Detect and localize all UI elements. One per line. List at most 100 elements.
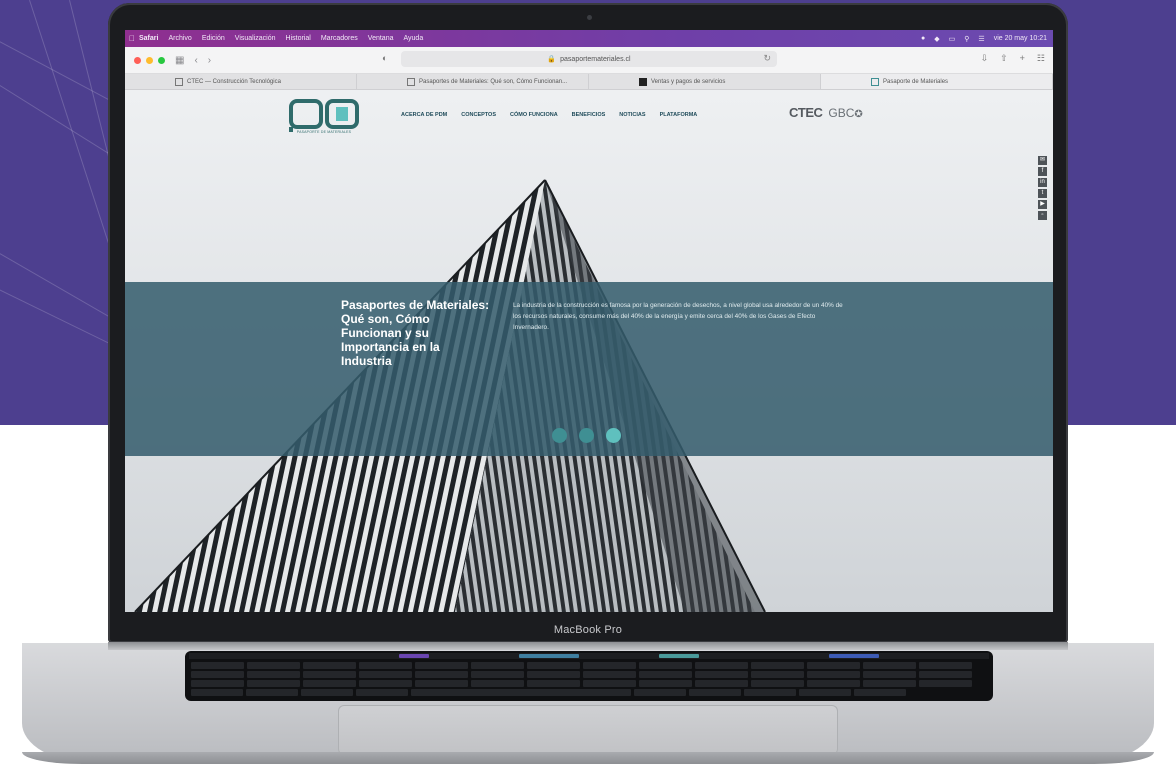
forward-icon[interactable]: › xyxy=(208,55,211,66)
search-icon[interactable]: ⚲ xyxy=(964,35,969,43)
keyboard-key xyxy=(191,671,244,678)
keyboard-key xyxy=(415,662,468,669)
keyboard-key xyxy=(303,671,356,678)
slider-dot-2[interactable] xyxy=(579,428,594,443)
keyboard-key xyxy=(744,689,796,696)
tab-2[interactable]: Pasaportes de Materiales: Qué son, Cómo … xyxy=(357,74,589,89)
hero-title: Pasaportes de Materiales: Qué son, Cómo … xyxy=(341,298,490,368)
keyboard-row xyxy=(191,689,906,696)
keyboard-key xyxy=(191,680,244,687)
email-icon[interactable]: ▫ xyxy=(1038,211,1047,220)
nav-beneficios[interactable]: BENEFICIOS xyxy=(572,112,606,118)
menubar-clock[interactable]: vie 20 may 10:21 xyxy=(994,35,1047,42)
keyboard-key xyxy=(854,689,906,696)
youtube-icon[interactable]: ▶ xyxy=(1038,200,1047,209)
download-icon[interactable]: ⇩ xyxy=(981,53,989,64)
keyboard-key xyxy=(415,671,468,678)
sidebar-icon[interactable]: ▦ xyxy=(175,55,184,66)
menu-edicion[interactable]: Edición xyxy=(202,35,225,42)
keyboard-key xyxy=(247,671,300,678)
url-text: pasaportemateriales.cl xyxy=(560,55,631,63)
site-header: PASAPORTE DE MATERIALES ACERCA DE PDM CO… xyxy=(125,90,1053,140)
tab-overview-icon[interactable]: ☷ xyxy=(1037,53,1045,64)
partner-logos: CTEC GBC✪ xyxy=(789,105,863,120)
menu-archivo[interactable]: Archivo xyxy=(168,35,191,42)
keyboard-key xyxy=(471,680,524,687)
tab-4-active[interactable]: Pasaporte de Materiales xyxy=(821,74,1053,89)
favicon-icon xyxy=(639,77,647,86)
keyboard-key xyxy=(807,680,860,687)
keyboard-key xyxy=(471,662,524,669)
reload-icon[interactable]: ↻ xyxy=(763,53,771,64)
favicon-icon xyxy=(871,77,879,86)
laptop-screen:  Safari Archivo Edición Visualización H… xyxy=(125,30,1053,612)
keyboard-key xyxy=(303,662,356,669)
keyboard-key xyxy=(527,671,580,678)
slider-dot-3-active[interactable] xyxy=(606,428,621,443)
keyboard-key xyxy=(583,671,636,678)
keyboard-key xyxy=(863,662,916,669)
battery-icon[interactable]: ▭ xyxy=(949,35,956,43)
apple-icon[interactable]:  xyxy=(125,34,139,43)
nav-como-funciona[interactable]: CÓMO FUNCIONA xyxy=(510,112,558,118)
keyboard-key xyxy=(359,680,412,687)
menu-visualizacion[interactable]: Visualización xyxy=(235,35,276,42)
twitter-icon[interactable]: t xyxy=(1038,189,1047,198)
keyboard-key xyxy=(411,689,631,696)
pdm-logo[interactable] xyxy=(289,98,359,132)
laptop-base-edge xyxy=(22,752,1154,764)
menu-ventana[interactable]: Ventana xyxy=(368,35,394,42)
nav-noticias[interactable]: NOTICIAS xyxy=(619,112,645,118)
nav-plataforma[interactable]: PLATAFORMA xyxy=(660,112,698,118)
nav-acerca[interactable]: ACERCA DE PDM xyxy=(401,112,447,118)
keyboard-key xyxy=(919,680,972,687)
logo-subtitle: PASAPORTE DE MATERIALES xyxy=(296,130,352,134)
gbc-leaf-icon: ✪ xyxy=(854,108,863,120)
keyboard-key xyxy=(471,671,524,678)
menu-safari[interactable]: Safari xyxy=(139,35,158,42)
address-bar[interactable]: 🔒 pasaportemateriales.cl ↻ xyxy=(401,51,777,67)
gbc-logo[interactable]: GBC✪ xyxy=(828,106,862,120)
keyboard-key xyxy=(751,662,804,669)
nav-conceptos[interactable]: CONCEPTOS xyxy=(461,112,496,118)
keyboard-key xyxy=(415,680,468,687)
facebook-icon[interactable]: f xyxy=(1038,167,1047,176)
camera xyxy=(587,15,592,20)
close-window-button[interactable] xyxy=(134,56,141,64)
control-center-icon[interactable]: ☰ xyxy=(978,35,984,43)
keyboard-key xyxy=(863,680,916,687)
tab-3[interactable]: Ventas y pagos de servicios xyxy=(589,74,821,89)
lock-icon: 🔒 xyxy=(547,56,557,63)
keyboard-key xyxy=(527,680,580,687)
keyboard-key xyxy=(301,689,353,696)
trackpad xyxy=(338,705,838,755)
menu-ayuda[interactable]: Ayuda xyxy=(403,35,423,42)
ctec-logo[interactable]: CTEC xyxy=(789,105,823,120)
privacy-shield-icon[interactable]: ◐ xyxy=(382,53,387,63)
zoom-window-button[interactable] xyxy=(158,56,165,64)
linkedin-icon[interactable]: in xyxy=(1038,178,1047,187)
keyboard-key xyxy=(863,671,916,678)
keyboard-key xyxy=(247,680,300,687)
slider-dot-1[interactable] xyxy=(552,428,567,443)
keyboard-key xyxy=(583,680,636,687)
status-icon[interactable]: ● xyxy=(921,35,925,42)
minimize-window-button[interactable] xyxy=(146,56,153,64)
social-sidebar: ✉ f in t ▶ ▫ xyxy=(1038,156,1047,220)
tab-1[interactable]: CTEC — Construcción Tecnológica xyxy=(125,74,357,89)
keyboard-key xyxy=(246,689,298,696)
share-icon[interactable]: ⇧ xyxy=(1000,53,1008,64)
keyboard-row xyxy=(191,680,972,687)
browser-toolbar: ▦ ‹ › ◐ 🔒 pasaportemateriales.cl ↻ ⇩ ⇧ +… xyxy=(125,47,1053,74)
keyboard-key xyxy=(695,680,748,687)
new-tab-icon[interactable]: + xyxy=(1020,53,1025,64)
mail-icon[interactable]: ✉ xyxy=(1038,156,1047,165)
menu-marcadores[interactable]: Marcadores xyxy=(321,35,358,42)
keyboard-row xyxy=(191,662,972,669)
favicon-icon xyxy=(407,77,415,86)
keyboard-key xyxy=(639,671,692,678)
wifi-icon[interactable]: ◆ xyxy=(934,35,939,43)
keyboard-key xyxy=(695,671,748,678)
back-icon[interactable]: ‹ xyxy=(194,55,197,66)
menu-historial[interactable]: Historial xyxy=(286,35,311,42)
